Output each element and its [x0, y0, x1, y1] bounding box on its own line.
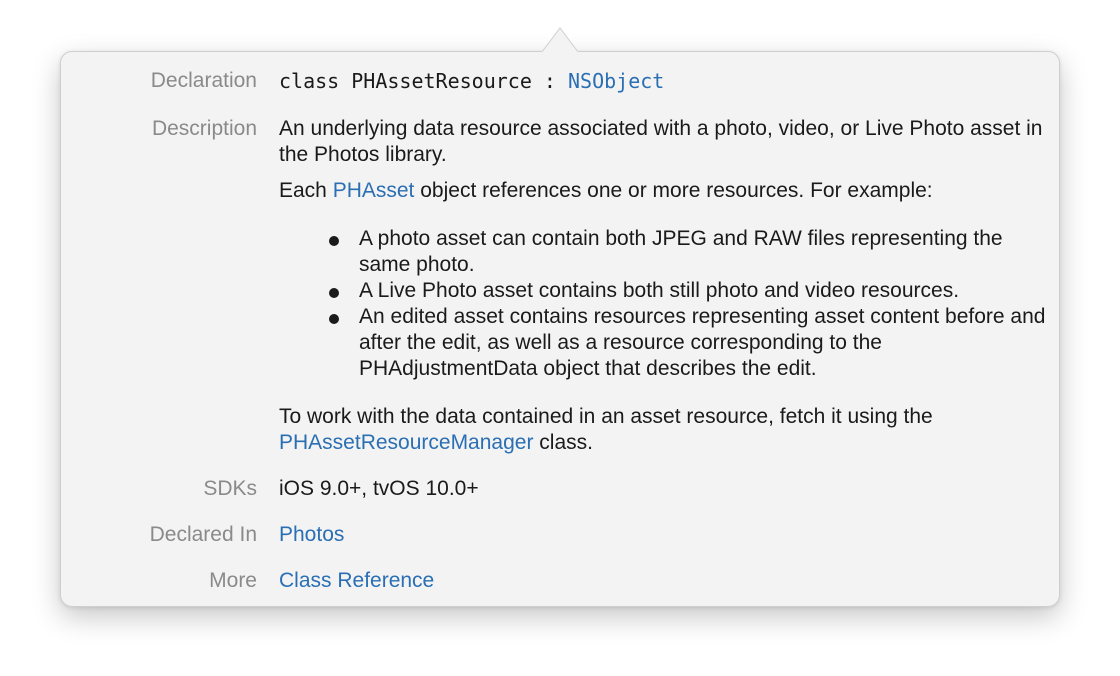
bullet-text: A Live Photo asset contains both still p…	[359, 279, 960, 302]
bullet-icon	[329, 288, 339, 298]
phassetresourcemanager-link[interactable]: PHAssetResourceManager	[279, 431, 533, 454]
description-value: An underlying data resource associated w…	[279, 116, 1049, 456]
para2-prefix: Each	[279, 179, 333, 202]
sdks-value: iOS 9.0+, tvOS 10.0+	[279, 477, 479, 500]
phasset-link[interactable]: PHAsset	[333, 179, 415, 202]
declaration-label: Declaration	[150, 69, 257, 92]
quick-help-popover: Declaration class PHAssetResource : NSOb…	[60, 51, 1060, 607]
popover-arrow	[542, 27, 578, 53]
more-value: Class Reference	[279, 568, 1049, 594]
declaration-value: class PHAssetResource : NSObject	[279, 68, 1049, 94]
nsobject-link[interactable]: NSObject	[568, 69, 664, 93]
declared-in-label: Declared In	[149, 523, 257, 546]
declaration-code: class PHAssetResource :	[279, 69, 568, 93]
photos-framework-link[interactable]: Photos	[279, 523, 344, 546]
description-paragraph-1: An underlying data resource associated w…	[279, 117, 1043, 166]
para3-suffix: class.	[533, 431, 593, 454]
bullet-text: An edited asset contains resources repre…	[359, 305, 1046, 380]
bullet-text: A photo asset can contain both JPEG and …	[359, 227, 1003, 276]
bullet-icon	[329, 314, 339, 324]
description-bullet-list: A photo asset can contain both JPEG and …	[279, 226, 1049, 382]
description-paragraph-2: Each PHAsset object references one or mo…	[279, 178, 1049, 204]
para3-prefix: To work with the data contained in an as…	[279, 405, 933, 428]
para2-suffix: object references one or more resources.…	[414, 179, 933, 202]
declared-in-value: Photos	[279, 522, 1049, 548]
description-label: Description	[151, 117, 257, 140]
list-item: A photo asset can contain both JPEG and …	[279, 226, 1049, 278]
more-label: More	[209, 569, 257, 592]
class-reference-link[interactable]: Class Reference	[279, 569, 434, 592]
sdks-label: SDKs	[203, 477, 257, 500]
bullet-icon	[329, 236, 339, 246]
list-item: An edited asset contains resources repre…	[279, 304, 1049, 382]
description-paragraph-3: To work with the data contained in an as…	[279, 404, 1049, 456]
list-item: A Live Photo asset contains both still p…	[279, 278, 1049, 304]
